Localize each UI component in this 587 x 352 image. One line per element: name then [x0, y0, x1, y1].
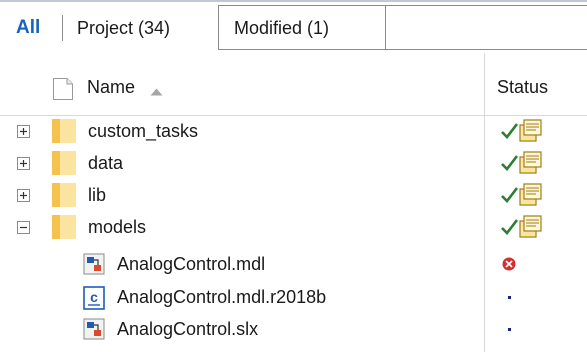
project-folder-icon — [519, 151, 542, 174]
error-icon — [502, 257, 516, 271]
simulink-model-icon — [83, 253, 105, 280]
svg-text:c: c — [90, 289, 98, 305]
status-cell — [500, 182, 560, 213]
project-folder-icon — [519, 183, 542, 206]
search-input[interactable] — [392, 6, 586, 48]
code-file-icon: c — [83, 286, 105, 315]
plus-box-icon[interactable] — [17, 125, 30, 138]
tab-modified[interactable]: Modified (1) — [234, 3, 329, 53]
file-icon — [52, 77, 74, 106]
plus-box-icon[interactable] — [17, 189, 30, 202]
check-icon — [501, 123, 519, 139]
row-name: AnalogControl.mdl.r2018b — [117, 287, 327, 307]
folder-icon — [51, 150, 77, 181]
top-border — [0, 0, 587, 2]
tree-row-analogcontrol-mdl[interactable]: AnalogControl.mdl — [0, 248, 587, 280]
status-cell — [500, 150, 560, 181]
tree-row-analogcontrol-mdl-r2018b[interactable]: c AnalogControl.mdl.r2018b — [0, 281, 587, 313]
tab-divider — [62, 15, 63, 41]
plus-box-icon[interactable] — [17, 157, 30, 170]
folder-icon — [51, 214, 77, 245]
project-folder-icon — [519, 215, 542, 238]
row-name: AnalogControl.mdl — [117, 254, 266, 274]
check-icon — [501, 219, 519, 235]
tree-row-custom-tasks[interactable]: custom_tasks — [0, 115, 587, 147]
row-name: AnalogControl.slx — [117, 319, 259, 339]
tree-row-models[interactable]: models — [0, 211, 587, 243]
row-name: lib — [88, 185, 107, 205]
simulink-model-icon — [83, 318, 105, 345]
row-name: models — [88, 217, 147, 237]
status-cell — [500, 118, 560, 149]
tree-row-lib[interactable]: lib — [0, 179, 587, 211]
tab-project[interactable]: Project (34) — [77, 3, 170, 53]
folder-icon — [51, 182, 77, 213]
folder-icon — [51, 118, 77, 149]
sort-ascending-icon[interactable] — [150, 83, 163, 101]
tab-all[interactable]: All — [16, 3, 40, 53]
filter-bar: All Project (34) Modified (1) — [0, 3, 587, 53]
dot-icon — [508, 328, 511, 331]
status-column-header[interactable]: Status — [497, 53, 548, 115]
column-header: Name Status — [0, 53, 587, 116]
row-name: custom_tasks — [88, 121, 199, 141]
project-folder-icon — [519, 119, 542, 142]
row-name: data — [88, 153, 124, 173]
dot-icon — [508, 296, 511, 299]
status-cell — [500, 284, 560, 315]
tree-row-analogcontrol-slx[interactable]: AnalogControl.slx — [0, 313, 587, 345]
status-cell — [500, 316, 560, 347]
check-icon — [501, 155, 519, 171]
search-box — [386, 5, 587, 50]
minus-box-icon[interactable] — [17, 221, 30, 234]
check-icon — [501, 187, 519, 203]
status-cell — [500, 214, 560, 245]
status-cell — [500, 251, 560, 282]
name-column-header[interactable]: Name — [87, 53, 135, 115]
tree-row-data[interactable]: data — [0, 147, 587, 179]
